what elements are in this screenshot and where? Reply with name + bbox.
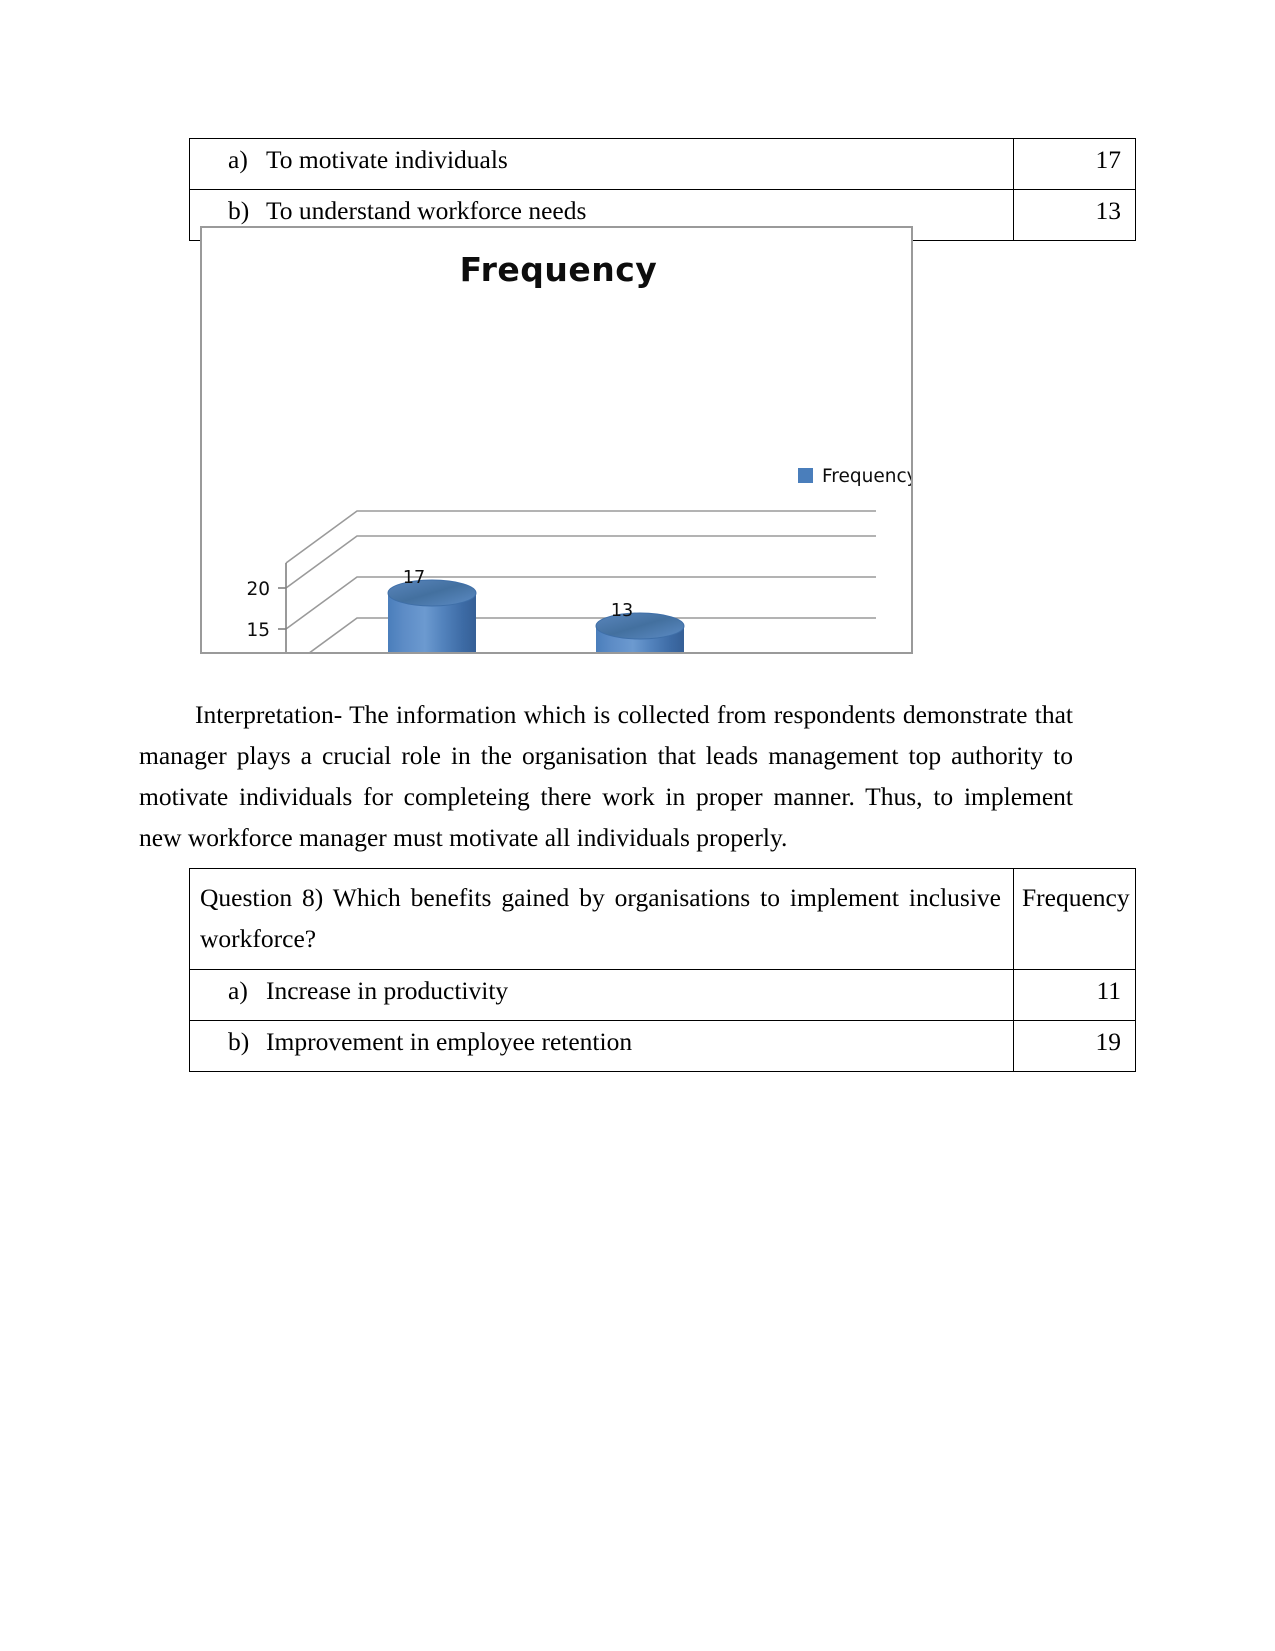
frequency-chart-figure: Frequency 20 15 17 13 Frequency <box>200 226 913 654</box>
option-frequency-cell: 19 <box>1013 1020 1136 1072</box>
chart-gridlines <box>285 510 876 652</box>
table-row: a) To motivate individuals 17 <box>189 138 1136 190</box>
interpretation-paragraph: Interpretation- The information which is… <box>139 699 1073 852</box>
table-row: b) Improvement in employee retention 19 <box>189 1020 1136 1072</box>
bar-cylinder-1 <box>387 579 477 652</box>
question-8-table: Question 8) Which benefits gained by org… <box>189 868 1136 1072</box>
option-text: To understand workforce needs <box>266 196 587 225</box>
y-axis <box>278 563 287 652</box>
document-page: a) To motivate individuals 17 b) To unders… <box>0 0 1275 1651</box>
option-frequency-cell: 17 <box>1013 138 1136 190</box>
bar-cylinder-2 <box>595 612 685 652</box>
option-label-cell: a) To motivate individuals <box>189 138 1014 190</box>
data-label-bar-1: 17 <box>403 568 425 588</box>
legend-color-swatch-icon <box>798 468 813 483</box>
option-marker: b) <box>228 1027 250 1056</box>
option-text: Increase in productivity <box>266 976 509 1005</box>
data-label-bar-2: 13 <box>611 601 633 621</box>
option-marker: b) <box>228 196 250 225</box>
option-text: Improvement in employee retention <box>266 1027 633 1056</box>
legend-entry-label: Frequency <box>822 466 911 487</box>
question-text-cell: Question 8) Which benefits gained by org… <box>189 868 1014 970</box>
option-marker: a) <box>228 145 248 174</box>
option-marker: a) <box>228 976 248 1005</box>
option-text: To motivate individuals <box>266 145 508 174</box>
chart-canvas: 20 15 10 5 0 17 13 a) To motivate <box>246 466 911 652</box>
y-tick-label-20: 20 <box>246 579 270 600</box>
frequency-header-cell: Frequency <box>1013 868 1136 970</box>
option-label-cell: b) Improvement in employee retention <box>189 1020 1014 1072</box>
table-row: a) Increase in productivity 11 <box>189 969 1136 1021</box>
option-frequency-cell: 13 <box>1013 189 1136 241</box>
y-tick-label-15: 15 <box>246 620 270 641</box>
table-header-row: Question 8) Which benefits gained by org… <box>189 868 1136 970</box>
option-label-cell: a) Increase in productivity <box>189 969 1014 1021</box>
option-frequency-cell: 11 <box>1013 969 1136 1021</box>
chart-legend: Frequency <box>798 466 911 487</box>
